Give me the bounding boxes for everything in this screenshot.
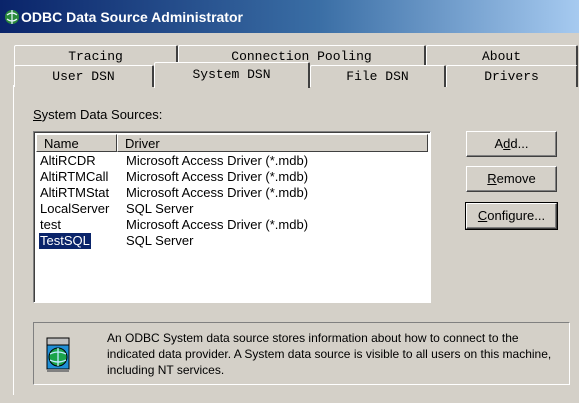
tab-label: User DSN [52,69,115,84]
tab-label: File DSN [346,69,409,84]
tab-panel [13,85,578,395]
tab-about[interactable]: About [426,45,578,67]
tab-label: About [481,49,521,64]
odbc-app-icon [5,10,19,24]
tab-user-dsn[interactable]: User DSN [14,65,154,87]
tab-drivers[interactable]: Drivers [446,65,578,87]
tab-label: System DSN [192,67,271,82]
tab-system-dsn[interactable]: System DSN [154,62,310,88]
tab-label: Tracing [68,49,123,64]
title-bar: ODBC Data Source Administrator [0,0,579,33]
tab-label: Drivers [484,69,539,84]
window-title: ODBC Data Source Administrator [21,9,243,25]
tab-file-dsn[interactable]: File DSN [310,65,446,87]
